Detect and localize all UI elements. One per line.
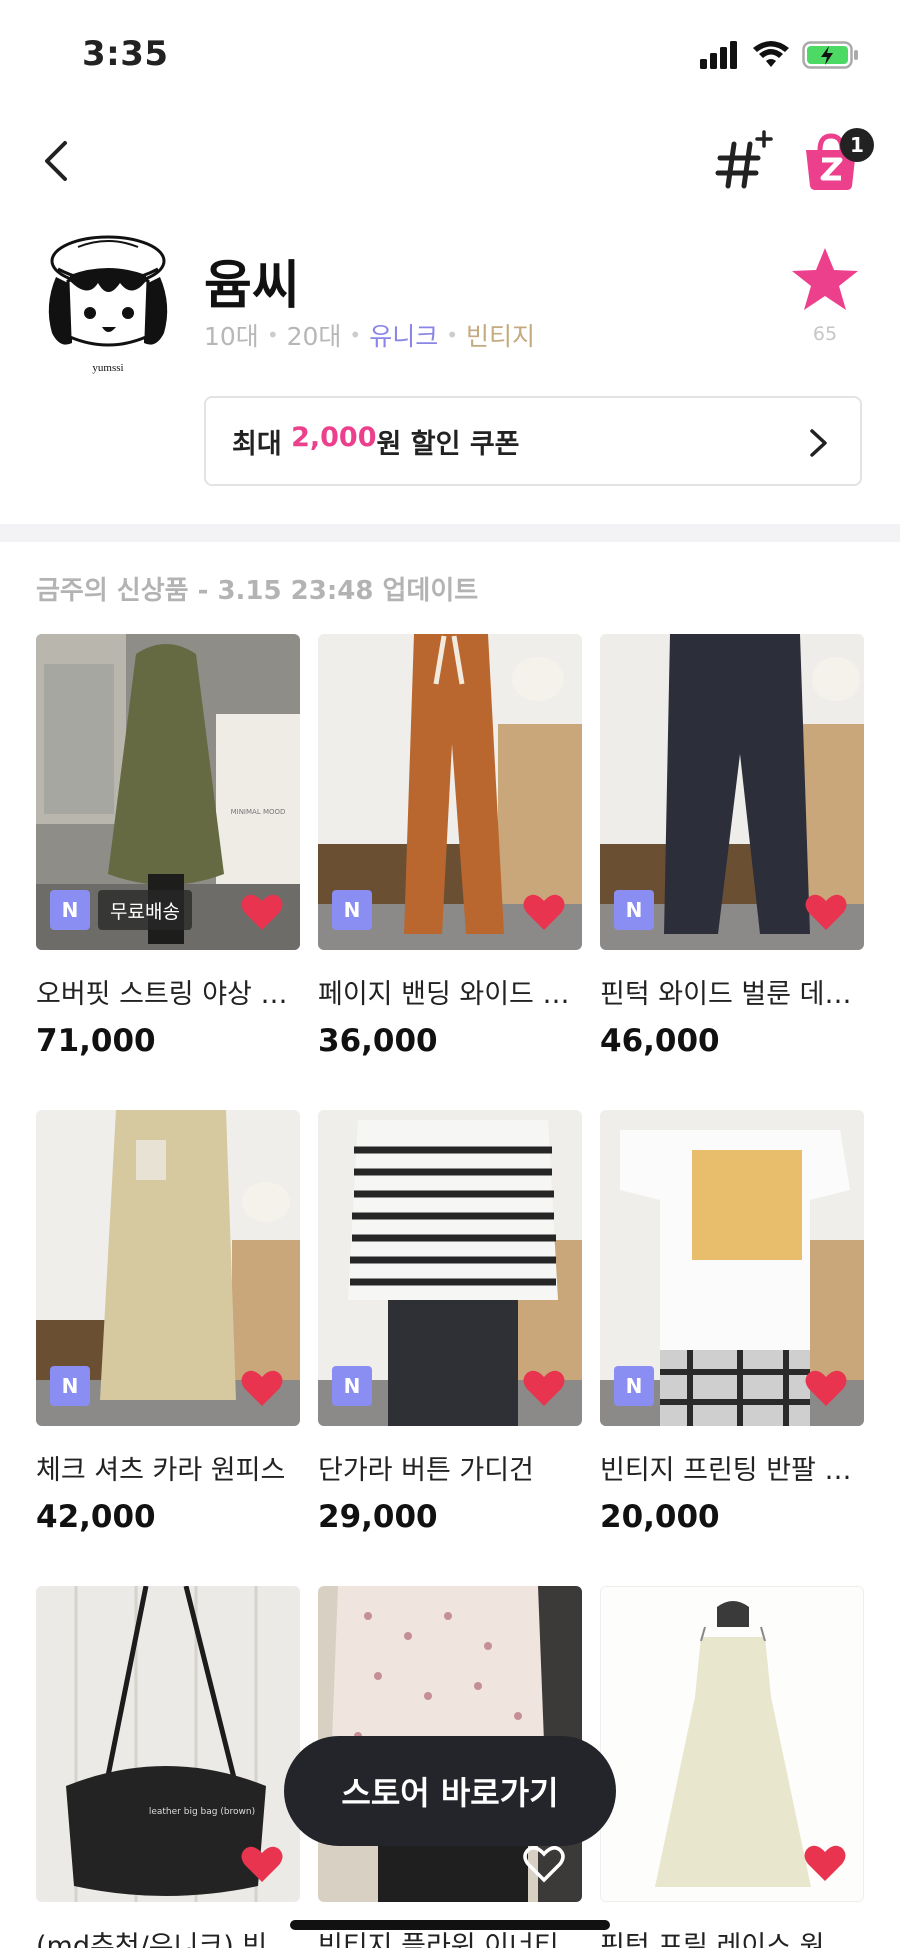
product-name: (md추천/유니크) 빈티지 가방 xyxy=(36,1931,300,1948)
go-to-store-button[interactable]: 스토어 바로가기 xyxy=(284,1736,616,1846)
tag-separator: • xyxy=(349,323,362,347)
heart-icon[interactable] xyxy=(804,892,848,932)
new-badge: N xyxy=(614,890,654,930)
product-price: 71,000 xyxy=(36,1023,156,1059)
coupon-text: 최대 2,000 원 할인 쿠폰 xyxy=(232,422,520,461)
heart-icon[interactable] xyxy=(522,1368,566,1408)
product-name: 페이지 밴딩 와이드 팬츠 xyxy=(318,979,582,1010)
store-name: 윰씨 xyxy=(204,256,300,316)
home-indicator xyxy=(290,1920,610,1930)
svg-text:MINIMAL MOOD: MINIMAL MOOD xyxy=(231,808,286,816)
new-badge: N xyxy=(614,1366,654,1406)
new-badge: N xyxy=(332,890,372,930)
store-tags: 10대 • 20대 • 유니크 • 빈티지 xyxy=(204,317,535,353)
coupon-prefix: 최대 xyxy=(232,428,292,460)
status-bar: 3:35 xyxy=(0,0,900,110)
product-card[interactable]: MINIMAL MOOD N 무료배송 오버핏 스트링 야상 코트 71,000 xyxy=(36,634,300,1059)
product-name: 단가라 버튼 가디건 xyxy=(318,1455,534,1486)
battery-charging-icon xyxy=(802,41,858,69)
hashtag-plus-icon xyxy=(715,130,773,189)
store-tag: 빈티지 xyxy=(466,322,536,351)
top-nav xyxy=(0,120,900,200)
heart-icon[interactable] xyxy=(803,1843,847,1883)
new-badge: N xyxy=(50,890,90,930)
tag-separator: • xyxy=(266,323,279,347)
favorite-star-icon[interactable] xyxy=(790,245,860,315)
status-icons xyxy=(700,40,860,70)
chevron-right-icon xyxy=(810,429,827,457)
store-avatar[interactable]: yumssi xyxy=(38,225,178,375)
favorite-count: 65 xyxy=(812,323,838,345)
wifi-icon xyxy=(753,41,789,67)
cellular-signal-icon xyxy=(700,41,737,69)
chevron-left-icon xyxy=(45,141,67,181)
product-card[interactable]: N 핀턱 와이드 벌룬 데님 팬츠 46,000 xyxy=(600,634,864,1059)
product-price: 20,000 xyxy=(600,1499,720,1535)
heart-icon[interactable] xyxy=(522,892,566,932)
product-card[interactable]: leather big bag (brown) (md추천/유니크) 빈티지 가… xyxy=(36,1586,300,1948)
store-tag: 20대 xyxy=(286,322,342,351)
heart-icon[interactable] xyxy=(804,1368,848,1408)
heart-icon[interactable] xyxy=(240,892,284,932)
product-name: 핀턱 와이드 벌룬 데님 팬츠 xyxy=(600,979,864,1010)
new-badge: N xyxy=(50,1366,90,1406)
product-card[interactable]: N 체크 셔츠 카라 원피스 42,000 xyxy=(36,1110,300,1535)
heart-icon[interactable] xyxy=(240,1844,284,1884)
back-button[interactable] xyxy=(36,136,76,186)
store-tag: 유니크 xyxy=(369,322,439,351)
product-card[interactable]: N 페이지 밴딩 와이드 팬츠 36,000 xyxy=(318,634,582,1059)
hashtag-button[interactable] xyxy=(712,130,776,194)
heart-outline-icon[interactable] xyxy=(522,1844,566,1884)
section-title: 금주의 신상품 - 3.15 23:48 업데이트 xyxy=(36,576,479,606)
product-image[interactable] xyxy=(600,1586,864,1902)
product-price: 46,000 xyxy=(600,1023,720,1059)
product-card[interactable]: N 빈티지 프린팅 반팔 티셔츠 20,000 xyxy=(600,1110,864,1535)
product-name: 체크 셔츠 카라 원피스 xyxy=(36,1455,286,1486)
product-card[interactable]: N 단가라 버튼 가디건 29,000 xyxy=(318,1110,582,1535)
coupon-suffix: 원 할인 쿠폰 xyxy=(376,428,520,460)
product-name: 빈티지 프린팅 반팔 티셔츠 xyxy=(600,1455,864,1486)
heart-icon[interactable] xyxy=(240,1368,284,1408)
product-price: 36,000 xyxy=(318,1023,438,1059)
tag-separator: • xyxy=(446,323,459,347)
svg-text:leather big bag (brown): leather big bag (brown) xyxy=(149,1807,255,1817)
product-price: 29,000 xyxy=(318,1499,438,1535)
coupon-amount: 2,000 xyxy=(291,421,377,453)
svg-text:yumssi: yumssi xyxy=(92,362,123,374)
product-price: 42,000 xyxy=(36,1499,156,1535)
product-image[interactable]: N xyxy=(600,634,864,950)
status-time: 3:35 xyxy=(82,34,169,74)
product-image[interactable]: N xyxy=(318,1110,582,1426)
product-name: 핀턱 프릴 레이스 원피스 xyxy=(600,1931,864,1948)
store-tag: 10대 xyxy=(204,322,259,351)
section-divider xyxy=(0,524,900,542)
product-image[interactable]: leather big bag (brown) xyxy=(36,1586,300,1902)
cart-count-badge: 1 xyxy=(840,128,874,162)
product-name: 오버핏 스트링 야상 코트 xyxy=(36,979,300,1010)
coupon-banner[interactable]: 최대 2,000 원 할인 쿠폰 xyxy=(204,396,862,486)
product-image[interactable]: N xyxy=(318,634,582,950)
store-header: yumssi 윰씨 10대 • 20대 • 유니크 • 빈티지 65 xyxy=(0,225,900,375)
product-card[interactable]: 핀턱 프릴 레이스 원피스 xyxy=(600,1586,864,1948)
product-image[interactable]: MINIMAL MOOD N 무료배송 xyxy=(36,634,300,950)
product-image[interactable]: N xyxy=(36,1110,300,1426)
product-image[interactable]: N xyxy=(600,1110,864,1426)
new-badge: N xyxy=(332,1366,372,1406)
free-shipping-badge: 무료배송 xyxy=(98,890,192,930)
